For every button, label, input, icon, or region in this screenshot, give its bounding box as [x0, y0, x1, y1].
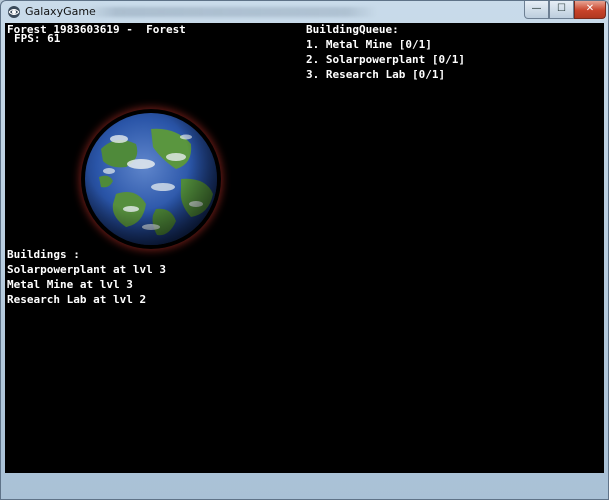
- window-frame-bottom: [1, 473, 608, 499]
- planet-icon: [85, 113, 217, 245]
- window-title: GalaxyGame: [25, 5, 96, 18]
- building-item: Research Lab at lvl 2: [7, 293, 147, 306]
- queue-item: 3. Research Lab [0/1]: [306, 68, 446, 81]
- planet[interactable]: [81, 109, 221, 249]
- game-viewport[interactable]: Forest 1983603619 - Forest FPS: 61 Build…: [5, 23, 604, 473]
- galaxy-icon: [8, 6, 20, 18]
- minimize-button[interactable]: —: [524, 1, 549, 19]
- close-button[interactable]: ✕: [574, 1, 606, 19]
- maximize-button[interactable]: ☐: [549, 1, 574, 19]
- title-bar[interactable]: GalaxyGame — ☐ ✕: [1, 1, 608, 23]
- building-item: Solarpowerplant at lvl 3: [7, 263, 166, 276]
- fps-counter: FPS: 61: [14, 32, 61, 45]
- queue-item: 1. Metal Mine [0/1]: [306, 38, 432, 51]
- title-blur: [87, 7, 377, 17]
- queue-item: 2. Solarpowerplant [0/1]: [306, 53, 465, 66]
- game-window: GalaxyGame — ☐ ✕ Forest 1983603619 - For…: [0, 0, 609, 500]
- buildings-title: Buildings :: [7, 248, 80, 261]
- building-queue-title: BuildingQueue:: [306, 23, 399, 36]
- building-item: Metal Mine at lvl 3: [7, 278, 133, 291]
